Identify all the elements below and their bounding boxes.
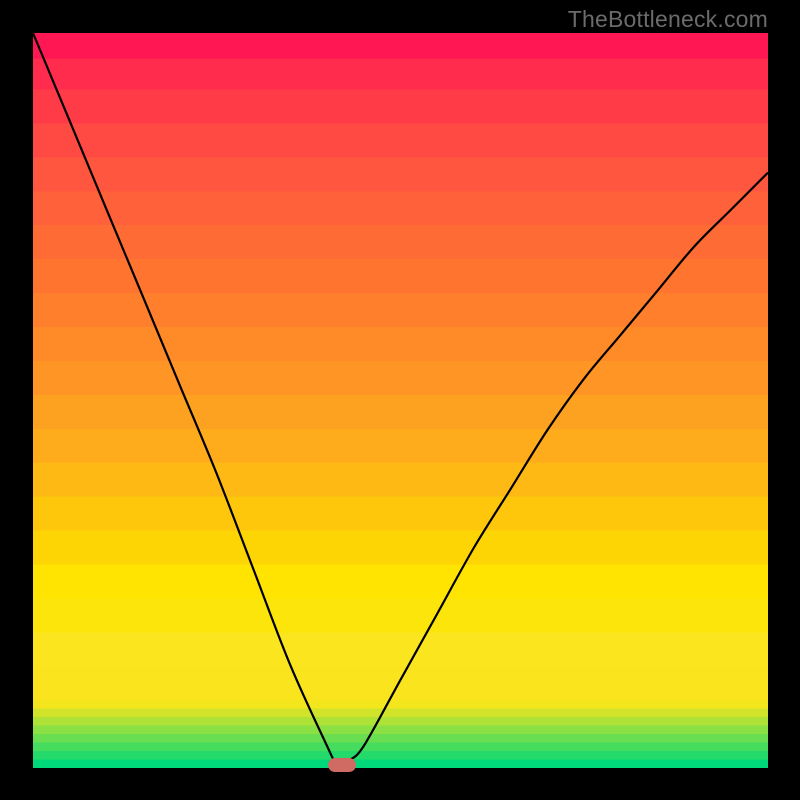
minimum-marker — [328, 758, 356, 772]
watermark-text: TheBottleneck.com — [568, 6, 768, 33]
bottleneck-curve — [33, 33, 768, 768]
chart-frame: TheBottleneck.com — [0, 0, 800, 800]
curve-layer — [0, 0, 800, 800]
